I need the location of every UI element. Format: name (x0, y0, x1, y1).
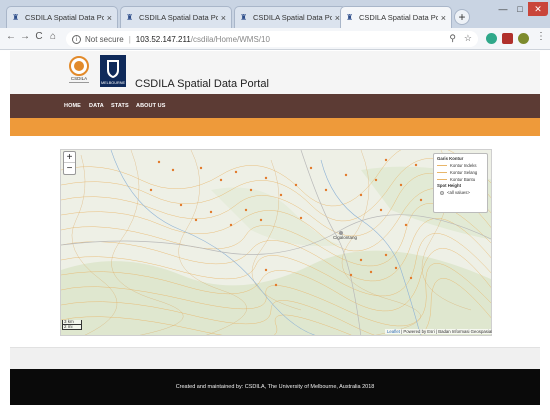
browser-tab-active[interactable]: ♜ CSDILA Spatial Data Portal × (340, 6, 452, 28)
legend-label: <all values> (447, 190, 470, 195)
footer-text: Created and maintained by: CSDILA, The U… (175, 384, 375, 390)
scale-imperial: 2 mi (62, 324, 82, 330)
reload-icon[interactable]: C (32, 31, 46, 42)
window-minimize-button[interactable]: — (494, 2, 512, 16)
home-icon[interactable]: ⌂ (46, 31, 60, 42)
window-maximize-button[interactable]: □ (512, 2, 528, 16)
tab-title: CSDILA Spatial Data Portal (139, 13, 218, 22)
university-logo: MELBOURNE (100, 55, 126, 87)
legend-row: Kontur Selang (437, 169, 484, 176)
back-arrow-icon[interactable]: ← (4, 31, 18, 42)
site-favicon-icon: ♜ (12, 13, 20, 22)
legend-title-contour: Garis Kontur (437, 156, 464, 161)
forward-arrow-icon[interactable]: → (18, 31, 32, 42)
tab-title: CSDILA Spatial Data Portal (359, 13, 438, 22)
map-attribution: Leaflet | Powered by Esri | Badan Inform… (385, 329, 495, 334)
legend-label: Kontur Bantu (450, 177, 476, 182)
info-icon[interactable]: i (72, 34, 81, 44)
zoom-search-icon[interactable]: ⚲ (449, 33, 456, 44)
browser-tab[interactable]: ♜ CSDILA Spatial Data Portal × (120, 6, 232, 28)
url-path: /csdila/Home/WMS/10 (190, 34, 270, 44)
legend-title-spot: Spot Height (437, 183, 462, 188)
csdila-logo: CSDILA (69, 56, 89, 83)
nav-item-home[interactable]: HOME (64, 103, 81, 109)
legend-row: Kontur Bantu (437, 176, 484, 183)
spot-height-swatch-icon (440, 190, 444, 195)
csdila-logo-text: CSDILA (71, 76, 87, 81)
site-favicon-icon: ♜ (346, 13, 354, 22)
site-favicon-icon: ♜ (126, 13, 134, 22)
contour-swatch-icon (437, 165, 447, 166)
extension-icon[interactable] (518, 33, 529, 44)
main-navbar: HOME DATA STATS ABOUT US (10, 94, 540, 118)
site-brand-title[interactable]: CSDILA Spatial Data Portal (135, 78, 269, 90)
university-logo-text: MELBOURNE (101, 81, 126, 85)
site-footer: Created and maintained by: CSDILA, The U… (10, 369, 540, 405)
browser-tab-bar: ♜ CSDILA Spatial Data Portal × ♜ CSDILA … (0, 0, 550, 28)
map-canvas[interactable]: Cigalontang (61, 150, 492, 336)
new-tab-button[interactable]: + (454, 9, 470, 25)
map-viewer[interactable]: Cigalontang (60, 149, 492, 336)
site-header: CSDILA MELBOURNE CSDILA Spatial Data Por… (10, 51, 540, 94)
address-bar-row: ← → C ⌂ i Not secure | 103.52.147.211 /c… (0, 28, 550, 50)
tab-title: CSDILA Spatial Data Portal (253, 13, 332, 22)
site-favicon-icon: ♜ (240, 13, 248, 22)
legend-row: <all values> (437, 189, 484, 196)
leaflet-link[interactable]: Leaflet (387, 329, 400, 334)
nav-item-about-us[interactable]: ABOUT US (136, 103, 166, 109)
page-spacer (10, 347, 540, 369)
tab-close-icon[interactable]: × (441, 13, 446, 23)
attribution-text: | Powered by Esri | Badan Informasi Geos… (399, 329, 493, 334)
tab-title: CSDILA Spatial Data Portal (25, 13, 104, 22)
zoom-out-button[interactable]: − (64, 163, 75, 174)
nav-item-data[interactable]: DATA (89, 103, 104, 109)
zoom-in-button[interactable]: + (64, 152, 75, 163)
tab-close-icon[interactable]: × (221, 13, 226, 23)
bookmark-star-icon[interactable]: ☆ (464, 33, 472, 44)
map-legend: Garis Kontur Kontur Indeks Kontur Selang… (433, 153, 488, 213)
contour-swatch-icon (437, 172, 447, 173)
security-label: Not secure (85, 34, 124, 44)
nav-item-stats[interactable]: STATS (111, 103, 129, 109)
window-close-button[interactable]: ✕ (528, 2, 548, 16)
legend-row: Kontur Indeks (437, 162, 484, 169)
extension-icon[interactable] (486, 33, 497, 44)
place-label: Cigalontang (333, 235, 358, 240)
map-zoom-control: + − (63, 151, 76, 175)
url-host: 103.52.147.211 (135, 34, 191, 44)
url-separator: | (128, 34, 131, 44)
browser-menu-icon[interactable]: ⋮ (534, 31, 548, 42)
tab-close-icon[interactable]: × (107, 13, 112, 23)
browser-tab[interactable]: ♜ CSDILA Spatial Data Portal × (234, 6, 346, 28)
legend-label: Kontur Indeks (450, 163, 477, 168)
contour-swatch-icon (437, 179, 447, 180)
legend-label: Kontur Selang (450, 170, 478, 175)
map-scale-bar: 3 km 2 mi (62, 319, 82, 330)
browser-tab[interactable]: ♜ CSDILA Spatial Data Portal × (6, 6, 118, 28)
url-field[interactable]: i Not secure | 103.52.147.211 /csdila/Ho… (66, 31, 478, 47)
accent-banner (10, 118, 540, 136)
extension-icon[interactable] (502, 33, 513, 44)
